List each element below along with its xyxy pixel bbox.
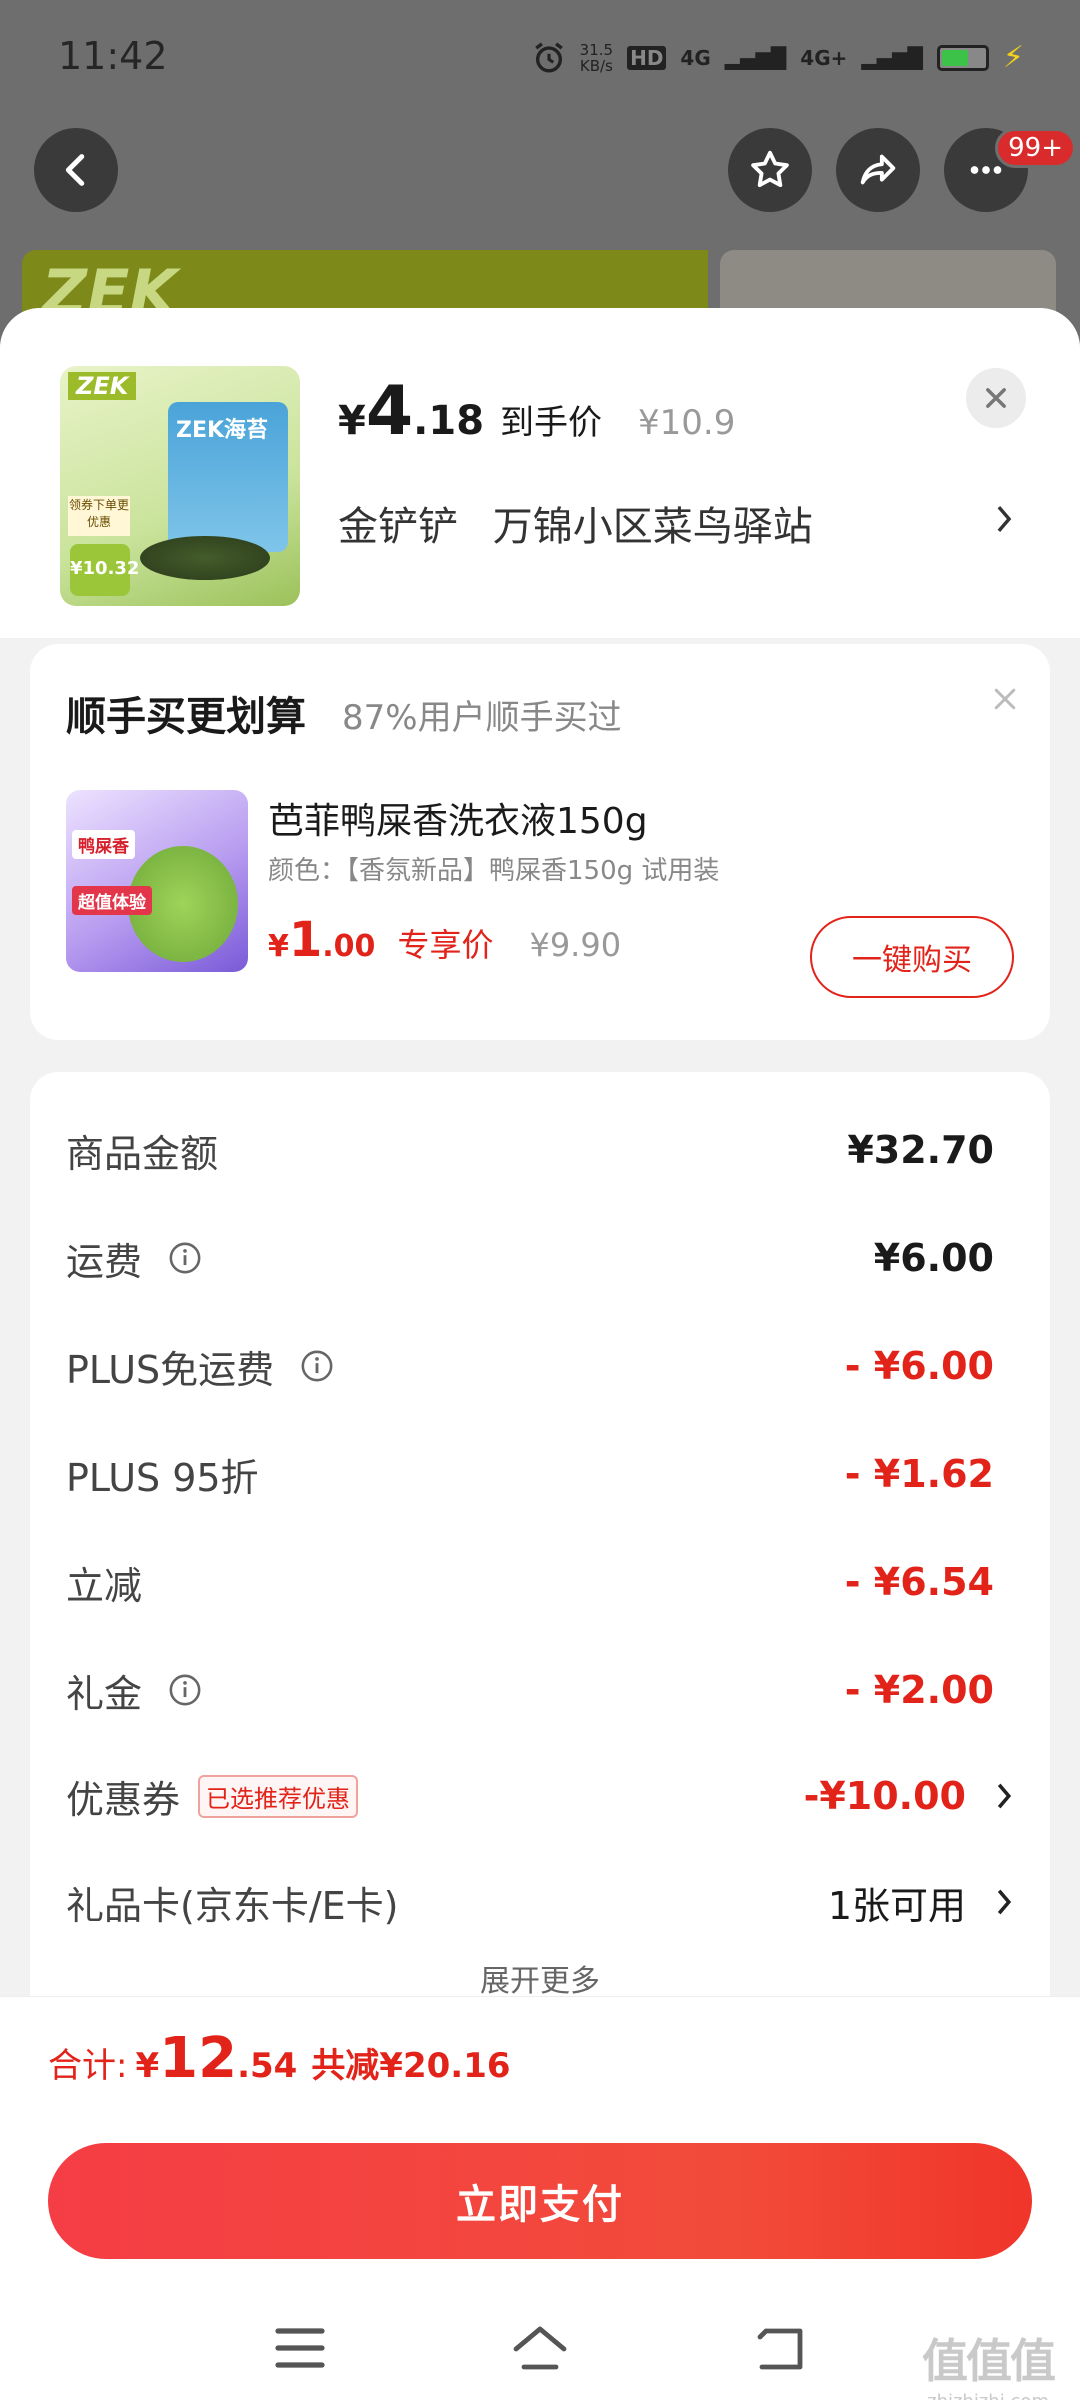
product-image: ZEK ZEK海苔 领券下单更优惠 ¥10.32	[60, 366, 300, 606]
battery-icon	[936, 44, 989, 71]
close-icon	[986, 388, 1006, 408]
exclusive-price-tag: 专享价	[397, 926, 494, 964]
home-icon[interactable]	[510, 2323, 570, 2373]
status-time: 11:42	[58, 34, 168, 78]
summary-row-gift-money: 礼金 - ¥2.00	[66, 1668, 994, 1716]
original-price: ¥10.9	[638, 403, 736, 443]
expand-more-link[interactable]: 展开更多	[30, 1956, 1050, 2000]
pickup-name: 金铲铲	[338, 504, 458, 550]
pay-now-button[interactable]: 立即支付	[48, 2143, 1032, 2259]
addon-original-price: ¥9.90	[529, 926, 622, 964]
product-image-price: ¥10.32	[70, 544, 139, 596]
share-icon	[860, 154, 896, 185]
favorite-button[interactable]	[728, 128, 812, 212]
order-total: 合计: ¥ 12 .54 共减¥20.16	[48, 2026, 511, 2091]
product-image-logo: ZEK	[68, 372, 137, 400]
chevron-right-icon	[997, 1783, 1012, 1809]
summary-row-plus-discount: PLUS 95折 - ¥1.62	[66, 1452, 994, 1500]
addon-product-spec: 颜色：【香氛新品】鸭屎香150g 试用装	[268, 856, 720, 886]
chevron-right-icon	[997, 1889, 1012, 1915]
pickup-location: 万锦小区菜鸟驿站	[492, 504, 813, 550]
one-click-buy-button[interactable]: 一键购买	[810, 916, 1014, 998]
summary-row-instant-off: 立减 - ¥6.54	[66, 1560, 994, 1608]
summary-row-coupon[interactable]: 优惠券 已选推荐优惠 -¥10.00	[66, 1766, 1016, 1826]
share-button[interactable]	[836, 128, 920, 212]
status-icons: 31.5 KB/s HD 4G ▂▄▆█ 4G+ ▂▄▆█ ⚡	[532, 40, 1024, 75]
total-saved: 共减¥20.16	[311, 2046, 511, 2086]
bottom-pay-bar: 合计: ¥ 12 .54 共减¥20.16 立即支付 值值值 zhizhizhi…	[0, 1996, 1080, 2400]
info-icon[interactable]	[168, 1673, 202, 1707]
message-badge: 99+	[995, 128, 1076, 168]
addon-subtitle: 87%用户顺手买过	[342, 698, 622, 738]
signal-2-icon: 4G+	[800, 45, 848, 70]
product-image-seaweed	[140, 536, 270, 580]
watermark: 值值值 zhizhizhi.com	[922, 2334, 1056, 2400]
status-bar: 11:42 31.5 KB/s HD 4G ▂▄▆█ 4G+ ▂▄▆█ ⚡	[0, 0, 1080, 120]
product-header: ZEK ZEK海苔 领券下单更优惠 ¥10.32 ¥ 4 .18 到手价 ¥10…	[0, 308, 1080, 638]
addon-product-image[interactable]: 鸭屎香 超值体验	[66, 790, 248, 972]
star-icon	[751, 150, 789, 188]
signal-bars-icon: ▂▄▆█	[724, 45, 787, 70]
addon-product-name[interactable]: 芭菲鸭屎香洗衣液150g	[268, 792, 648, 844]
close-addon-icon[interactable]	[990, 684, 1020, 714]
summary-row-gift-card[interactable]: 礼品卡(京东卡/E卡) 1张可用	[66, 1872, 1016, 1932]
info-icon[interactable]	[300, 1349, 334, 1383]
addon-card: 顺手买更划算 87%用户顺手买过 鸭屎香 超值体验 芭菲鸭屎香洗衣液150g 颜…	[30, 644, 1050, 1040]
menu-icon[interactable]	[270, 2323, 330, 2373]
info-icon[interactable]	[168, 1241, 202, 1275]
addon-title: 顺手买更划算	[66, 694, 306, 740]
back-button[interactable]	[34, 128, 118, 212]
signal-bars-icon: ▂▄▆█	[861, 45, 923, 70]
back-arrow-icon	[65, 154, 85, 186]
summary-row-plus-free-shipping: PLUS免运费 - ¥6.00	[66, 1344, 994, 1392]
hd-icon: HD	[627, 45, 667, 70]
system-nav-bar	[0, 2287, 1080, 2400]
price-label: 到手价	[500, 403, 603, 443]
alarm-icon	[534, 41, 563, 72]
coupon-selected-tag: 已选推荐优惠	[198, 1774, 359, 1818]
signal-1-icon: 4G	[680, 45, 711, 70]
summary-row-shipping: 运费 ¥6.00	[66, 1236, 994, 1284]
summary-row-goods: 商品金额 ¥32.70	[66, 1128, 994, 1176]
product-image-tag: 领券下单更优惠	[68, 496, 130, 536]
addon-image-label: 鸭屎香	[72, 830, 135, 859]
addon-image-label-2: 超值体验	[72, 886, 152, 915]
product-price: ¥ 4 .18 到手价 ¥10.9	[338, 372, 736, 451]
chevron-right-icon[interactable]	[992, 502, 1016, 536]
charging-icon: ⚡	[1002, 40, 1024, 75]
pickup-address[interactable]: 金铲铲 万锦小区菜鸟驿站	[338, 494, 813, 552]
product-image-bag: ZEK海苔	[168, 402, 288, 552]
addon-price: ¥ 1 .00 专享价 ¥9.90	[268, 912, 622, 968]
close-sheet-button[interactable]	[966, 368, 1026, 428]
net-speed: 31.5 KB/s	[579, 40, 614, 75]
back-nav-icon[interactable]	[750, 2323, 810, 2373]
